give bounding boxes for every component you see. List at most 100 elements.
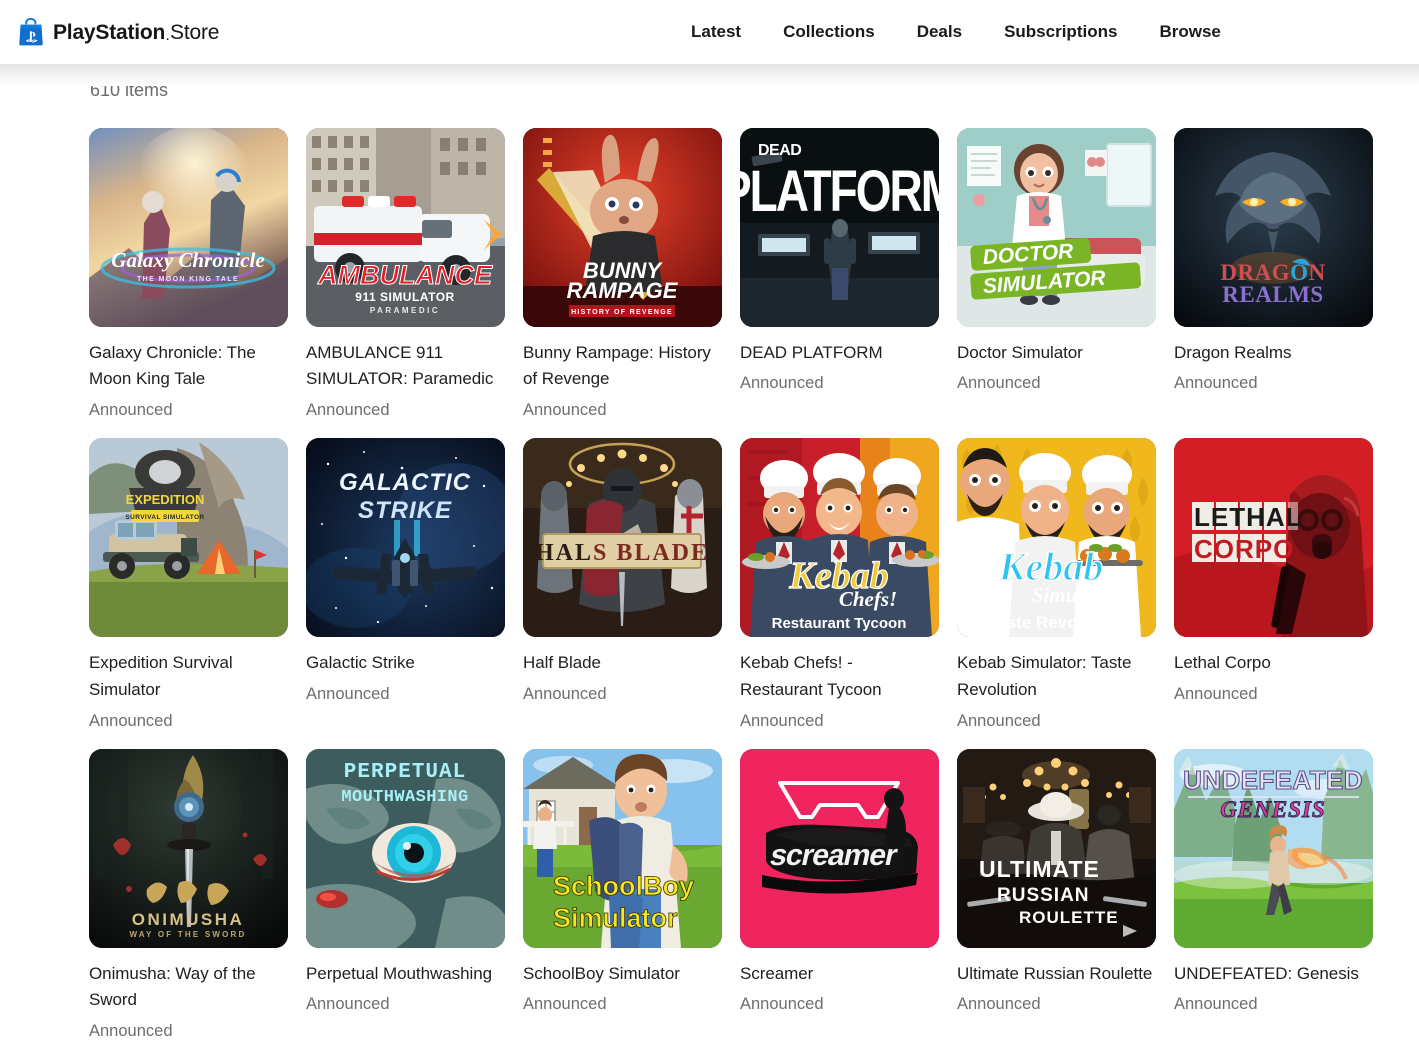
game-tile[interactable]: BUNNY RAMPAGE HISTORY OF REVENGE Bunny R… <box>523 128 722 423</box>
site-header: PlayStation.Store Latest Collections Dea… <box>0 0 1419 64</box>
svg-text:AMBULANCE: AMBULANCE <box>317 260 493 290</box>
game-title: Perpetual Mouthwashing <box>306 961 505 988</box>
game-title: SchoolBoy Simulator <box>523 961 722 988</box>
game-title: Dragon Realms <box>1174 340 1373 367</box>
game-grid: Galaxy Chronicle THE MOON KING TALE Gala… <box>89 128 1419 1059</box>
game-title: Screamer <box>740 961 939 988</box>
game-status: Announced <box>89 398 288 423</box>
nav-item-collections[interactable]: Collections <box>762 0 896 64</box>
game-status: Announced <box>1174 992 1373 1017</box>
game-cover-art-ultimate-russian-roulette: ULTIMATE RUSSIAN ROULETTE <box>957 749 1156 948</box>
game-tile[interactable]: EXPEDITION SURVIVAL SIMULATOR Expedition… <box>89 438 288 733</box>
svg-text:SURVIVAL SIMULATOR: SURVIVAL SIMULATOR <box>125 514 204 521</box>
game-cover-art-expedition-survival: EXPEDITION SURVIVAL SIMULATOR <box>89 438 288 637</box>
game-tile[interactable]: DEAD PLATFORM DEAD PLATFORM Announced <box>740 128 939 423</box>
svg-text:UNDEFEATED: UNDEFEATED <box>1183 765 1363 795</box>
playstation-store-logo[interactable]: PlayStation.Store <box>18 18 219 46</box>
game-tile[interactable]: SchoolBoy Simulator SchoolBoy Simulator … <box>523 749 722 1044</box>
game-title: Onimusha: Way of the Sword <box>89 961 288 1015</box>
game-title: Doctor Simulator <box>957 340 1156 367</box>
game-title: Ultimate Russian Roulette <box>957 961 1156 988</box>
header-shadow <box>0 64 1419 86</box>
game-cover-art-lethal-corpo: LETHAL CORPO <box>1174 438 1373 637</box>
nav-item-latest[interactable]: Latest <box>670 0 762 64</box>
primary-navigation: Latest Collections Deals Subscriptions B… <box>670 0 1242 64</box>
game-tile[interactable]: GALACTIC STRIKE <box>306 438 505 733</box>
svg-text:MOUTHWASHING: MOUTHWASHING <box>341 788 468 807</box>
game-tile[interactable]: screamer Screamer Announced <box>740 749 939 1044</box>
svg-text:Simulator: Simulator <box>553 903 678 933</box>
game-cover-art-screamer: screamer <box>740 749 939 948</box>
game-cover-art-perpetual-mouthwashing: PERPETUAL MOUTHWASHING <box>306 749 505 948</box>
game-cover-art-doctor-simulator: DOCTOR SIMULATOR <box>957 128 1156 327</box>
game-tile[interactable]: Kebab Simulator Taste Revolution Kebab S… <box>957 438 1156 733</box>
svg-text:LETHAL: LETHAL <box>1194 502 1303 532</box>
game-tile[interactable]: DOCTOR SIMULATOR Doctor Simulator Announ… <box>957 128 1156 423</box>
game-status: Announced <box>740 709 939 734</box>
game-title: Galaxy Chronicle: The Moon King Tale <box>89 340 288 394</box>
svg-text:GALACTIC: GALACTIC <box>339 469 471 496</box>
game-cover-art-bunny-rampage: BUNNY RAMPAGE HISTORY OF REVENGE <box>523 128 722 327</box>
game-status: Announced <box>523 398 722 423</box>
game-status: Announced <box>957 992 1156 1017</box>
svg-text:EXPEDITION: EXPEDITION <box>126 492 205 507</box>
game-cover-art-dead-platform: DEAD PLATFORM <box>740 128 939 327</box>
game-tile[interactable]: Galaxy Chronicle THE MOON KING TALE Gala… <box>89 128 288 423</box>
game-status: Announced <box>740 992 939 1017</box>
game-cover-art-galactic-strike: GALACTIC STRIKE <box>306 438 505 637</box>
game-cover-art-schoolboy-simulator: SchoolBoy Simulator <box>523 749 722 948</box>
brand-name: PlayStation <box>53 21 165 44</box>
game-title: Bunny Rampage: History of Revenge <box>523 340 722 394</box>
svg-text:HALS BLADE: HALS BLADE <box>535 540 709 566</box>
nav-item-browse[interactable]: Browse <box>1138 0 1241 64</box>
svg-text:ULTIMATE: ULTIMATE <box>979 856 1100 882</box>
game-cover-art-onimusha: ONIMUSHA WAY OF THE SWORD <box>89 749 288 948</box>
game-title: Kebab Chefs! - Restaurant Tycoon <box>740 650 939 704</box>
svg-text:WAY OF THE SWORD: WAY OF THE SWORD <box>130 930 247 939</box>
game-status: Announced <box>306 992 505 1017</box>
game-cover-art-kebab-chefs: Kebab Chefs! Restaurant Tycoon <box>740 438 939 637</box>
svg-text:SchoolBoy: SchoolBoy <box>553 871 694 901</box>
game-title: AMBULANCE 911 SIMULATOR: Paramedic <box>306 340 505 394</box>
game-status: Announced <box>957 371 1156 396</box>
game-tile[interactable]: ULTIMATE RUSSIAN ROULETTE Ultimate Russi… <box>957 749 1156 1044</box>
game-title: Kebab Simulator: Taste Revolution <box>957 650 1156 704</box>
game-tile[interactable]: AMBULANCE 911 SIMULATOR PARAMEDIC AMBULA… <box>306 128 505 423</box>
brand-wordmark: PlayStation.Store <box>53 22 219 43</box>
svg-text:CORPO: CORPO <box>1194 534 1294 564</box>
brand-separator: . <box>165 31 170 43</box>
svg-text:911 SIMULATOR: 911 SIMULATOR <box>355 290 454 304</box>
svg-text:PARAMEDIC: PARAMEDIC <box>370 306 440 315</box>
svg-text:REALMS: REALMS <box>1222 282 1323 307</box>
svg-text:PLATFORM: PLATFORM <box>740 158 939 224</box>
svg-text:PERPETUAL: PERPETUAL <box>344 761 466 784</box>
game-tile[interactable]: PERPETUAL MOUTHWASHING Perpetual Mouthwa… <box>306 749 505 1044</box>
svg-text:ROULETTE: ROULETTE <box>1019 908 1119 927</box>
game-title: UNDEFEATED: Genesis <box>1174 961 1373 988</box>
svg-text:GENESIS: GENESIS <box>1220 797 1325 822</box>
game-status: Announced <box>89 709 288 734</box>
game-status: Announced <box>1174 682 1373 707</box>
svg-text:Simulator: Simulator <box>1032 583 1119 607</box>
svg-text:HISTORY OF REVENGE: HISTORY OF REVENGE <box>571 309 673 316</box>
svg-text:screamer: screamer <box>767 839 901 872</box>
nav-item-deals[interactable]: Deals <box>896 0 983 64</box>
game-cover-art-half-blade: HALS BLADE <box>523 438 722 637</box>
nav-item-subscriptions[interactable]: Subscriptions <box>983 0 1138 64</box>
game-title: Half Blade <box>523 650 722 677</box>
game-cover-art-galaxy-chronicle: Galaxy Chronicle THE MOON KING TALE <box>89 128 288 327</box>
game-tile[interactable]: UNDEFEATED GENESIS UNDEFEATED: Genesis A… <box>1174 749 1373 1044</box>
svg-text:Galaxy Chronicle: Galaxy Chronicle <box>111 248 264 272</box>
playstation-store-bag-icon <box>18 18 44 46</box>
game-cover-art-undefeated-genesis: UNDEFEATED GENESIS <box>1174 749 1373 948</box>
game-tile[interactable]: DRAGON REALMS Dragon Realms Announced <box>1174 128 1373 423</box>
game-title: Galactic Strike <box>306 650 505 677</box>
game-status: Announced <box>523 992 722 1017</box>
game-status: Announced <box>957 709 1156 734</box>
game-tile[interactable]: LETHAL CORPO Lethal Corpo Announced <box>1174 438 1373 733</box>
game-tile[interactable]: ONIMUSHA WAY OF THE SWORD Onimusha: Way … <box>89 749 288 1044</box>
game-title: Expedition Survival Simulator <box>89 650 288 704</box>
game-tile[interactable]: Kebab Chefs! Restaurant Tycoon Kebab Che… <box>740 438 939 733</box>
game-tile[interactable]: HALS BLADE Half Blade Announced <box>523 438 722 733</box>
game-title: Lethal Corpo <box>1174 650 1373 677</box>
